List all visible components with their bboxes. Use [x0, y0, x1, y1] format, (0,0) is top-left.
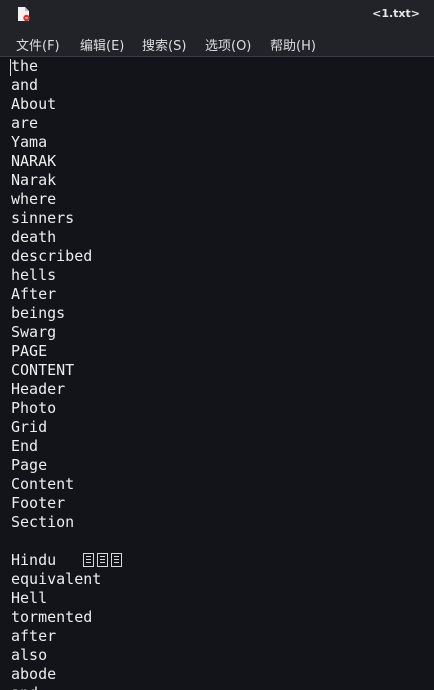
- missing-glyph-box-icon: [111, 553, 123, 567]
- text-line: sinners: [11, 209, 75, 227]
- text-line: and: [11, 76, 39, 94]
- text-line: beings: [11, 304, 66, 322]
- text-line: Yama: [11, 133, 48, 151]
- menu-help[interactable]: 帮助(H): [270, 35, 316, 54]
- unrenderable-glyph-line: [11, 532, 125, 567]
- menu-search[interactable]: 搜索(S): [142, 35, 186, 54]
- text-line: abode: [11, 665, 57, 683]
- text-line: NARAK: [11, 152, 57, 170]
- text-line: After: [11, 285, 57, 303]
- menu-edit[interactable]: 编辑(E): [80, 35, 124, 54]
- text-line: End: [11, 437, 39, 455]
- text-editor-window: <1.txt> 文件(F) 编辑(E) 搜索(S) 选项(O) 帮助(H) th…: [0, 0, 434, 690]
- text-line: PAGE: [11, 342, 48, 360]
- text-line: tormented: [11, 608, 93, 626]
- text-line: equivalent: [11, 570, 102, 588]
- missing-glyph-box-icon: [83, 553, 95, 567]
- title-bar[interactable]: <1.txt>: [0, 0, 434, 30]
- text-line: Header: [11, 380, 66, 398]
- text-line: are: [11, 114, 39, 132]
- menu-options[interactable]: 选项(O): [205, 35, 251, 54]
- missing-glyph-box-icon: [97, 553, 109, 567]
- menu-file[interactable]: 文件(F): [16, 35, 60, 54]
- text-line: CONTENT: [11, 361, 75, 379]
- text-line: death: [11, 228, 57, 246]
- text-line: Narak: [11, 171, 57, 189]
- text-lines: the and About are Yama NARAK Narak where…: [11, 57, 125, 690]
- text-line: after: [11, 627, 57, 645]
- text-line: also: [11, 646, 48, 664]
- text-line: Footer: [11, 494, 66, 512]
- text-line: Content: [11, 475, 75, 493]
- menu-bar: 文件(F) 编辑(E) 搜索(S) 选项(O) 帮助(H): [0, 30, 434, 57]
- text-line: Section: [11, 513, 75, 531]
- text-line: Hell: [11, 589, 48, 607]
- document-icon: [18, 7, 30, 22]
- text-line: hells: [11, 266, 57, 284]
- text-line: described: [11, 247, 93, 265]
- text-line: where: [11, 190, 57, 208]
- text-editor-area[interactable]: the and About are Yama NARAK Narak where…: [0, 57, 434, 690]
- text-line: Swarg: [11, 323, 57, 341]
- text-line: About: [11, 95, 57, 113]
- window-title: <1.txt>: [372, 7, 420, 20]
- text-line: Photo: [11, 399, 57, 417]
- text-line: and: [11, 684, 125, 690]
- text-line: the: [11, 57, 39, 75]
- text-line: Page: [11, 456, 48, 474]
- text-line: Grid: [11, 418, 48, 436]
